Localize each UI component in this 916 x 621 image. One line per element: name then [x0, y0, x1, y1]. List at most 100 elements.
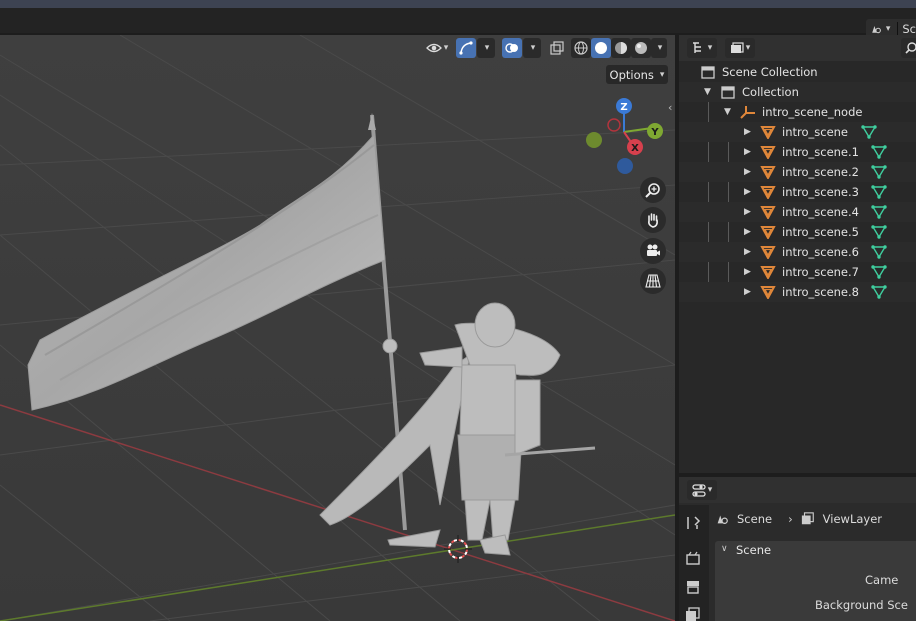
rendered-sphere-icon: [635, 42, 647, 54]
outliner-row-mesh-object[interactable]: ▶ intro_scene.2: [679, 162, 916, 182]
outliner-row-label: intro_scene.1: [782, 145, 859, 159]
properties-header: ▾: [679, 477, 916, 503]
options-dropdown[interactable]: Options ▾: [606, 65, 668, 84]
outliner-row-mesh-object[interactable]: ▶ intro_scene.5: [679, 222, 916, 242]
display-mode-dropdown[interactable]: ▾: [687, 38, 717, 58]
camera-view-button[interactable]: [640, 238, 666, 264]
material-shading-button[interactable]: [611, 38, 631, 58]
outliner-row-mesh-object[interactable]: ▶ intro_scene.3: [679, 182, 916, 202]
outliner-row-intro-scene-node[interactable]: ▼ intro_scene_node: [679, 102, 916, 122]
panel-title[interactable]: Scene: [736, 543, 771, 557]
shading-dropdown[interactable]: ▾: [651, 38, 667, 58]
outliner-row-mesh-object[interactable]: ▶ intro_scene: [679, 122, 916, 142]
mesh-object-icon: [760, 266, 776, 279]
chevron-down-icon: ▾: [484, 43, 490, 53]
outliner-row-collection[interactable]: ▼ Collection: [679, 82, 916, 102]
disclosure-right-icon[interactable]: ▶: [744, 127, 751, 137]
properties-main: Scene › ViewLayer ∨ Scene Came Backgroun…: [709, 505, 916, 621]
top-bar: ▾ Sc: [0, 8, 916, 39]
gizmo-y-label: Y: [650, 127, 659, 138]
outliner-row-mesh-object[interactable]: ▶ intro_scene.7: [679, 262, 916, 282]
outliner-row-scene-collection[interactable]: Scene Collection: [679, 62, 916, 82]
outliner-row-label: intro_scene_node: [762, 105, 863, 119]
chevron-right-icon: ›: [788, 512, 793, 526]
properties-tabs: [679, 505, 709, 621]
overlays-dropdown[interactable]: ▾: [523, 38, 541, 58]
outliner-row-mesh-object[interactable]: ▶ intro_scene.8: [679, 282, 916, 302]
solid-sphere-icon: [595, 42, 607, 54]
perspective-toggle-button[interactable]: [640, 268, 666, 294]
outliner-row-label: Collection: [742, 85, 799, 99]
disclosure-right-icon[interactable]: ▶: [744, 147, 751, 157]
disclosure-down-icon[interactable]: ∨: [721, 544, 728, 554]
viewport-header: ▾ ▾ ▾ ▾: [0, 35, 675, 61]
outliner-row-mesh-object[interactable]: ▶ intro_scene.1: [679, 142, 916, 162]
outliner-row-mesh-object[interactable]: ▶ intro_scene.4: [679, 202, 916, 222]
scene-icon: [717, 515, 728, 524]
disclosure-right-icon[interactable]: ▶: [744, 247, 751, 257]
xray-icon: [550, 41, 564, 55]
chevron-down-icon: ▾: [657, 43, 663, 53]
mesh-data-icon[interactable]: [871, 165, 887, 179]
gizmo-toggle[interactable]: [456, 38, 476, 58]
mesh-data-icon[interactable]: [871, 185, 887, 199]
mesh-data-icon[interactable]: [871, 285, 887, 299]
mesh-data-icon[interactable]: [871, 225, 887, 239]
visibility-dropdown[interactable]: ▾: [420, 38, 454, 58]
overlays-toggle[interactable]: [502, 38, 522, 58]
disclosure-right-icon[interactable]: ▶: [744, 227, 751, 237]
pan-button[interactable]: [640, 207, 666, 233]
mesh-data-icon[interactable]: [871, 205, 887, 219]
disclosure-right-icon[interactable]: ▶: [744, 287, 751, 297]
filter-dropdown[interactable]: ▾: [725, 38, 755, 58]
material-sphere-icon: [615, 42, 627, 54]
tab-render[interactable]: [685, 551, 701, 570]
options-label: Options: [609, 67, 654, 82]
mesh-data-icon[interactable]: [871, 265, 887, 279]
breadcrumb-viewlayer: ViewLayer: [822, 512, 883, 526]
solid-shading-button[interactable]: [591, 38, 611, 58]
tab-view-layer[interactable]: [685, 607, 701, 621]
mesh-data-icon[interactable]: [871, 145, 887, 159]
tab-output[interactable]: [685, 579, 701, 598]
mesh-object-icon: [760, 186, 776, 199]
editor-type-dropdown[interactable]: ▾: [687, 480, 717, 500]
outliner-row-label: intro_scene.4: [782, 205, 859, 219]
render-icon: [686, 551, 700, 565]
disclosure-down-icon[interactable]: ▼: [704, 87, 711, 97]
scene-panel: ∨ Scene Came Background Sce: [715, 541, 916, 621]
mesh-object-icon: [760, 146, 776, 159]
chevron-down-icon: ▾: [707, 43, 713, 53]
tab-tool[interactable]: [685, 515, 701, 534]
rendered-shading-button[interactable]: [631, 38, 651, 58]
mesh-data-icon[interactable]: [861, 125, 877, 139]
3d-viewport[interactable]: Z Y X ▾ ▾ ▾ ▾ Options ▾ ‹: [0, 35, 675, 621]
scene-icon: [872, 26, 881, 34]
sidebar-toggle-icon[interactable]: ‹: [668, 101, 672, 114]
empty-object-icon: [740, 106, 755, 119]
disclosure-right-icon[interactable]: ▶: [744, 207, 751, 217]
zoom-button[interactable]: [640, 177, 666, 203]
outliner-row-label: intro_scene: [782, 125, 849, 139]
disclosure-right-icon[interactable]: ▶: [744, 187, 751, 197]
output-icon: [687, 581, 699, 594]
gizmo-icon: [459, 41, 473, 55]
outliner-row-mesh-object[interactable]: ▶ intro_scene.6: [679, 242, 916, 262]
outliner-row-label: intro_scene.6: [782, 245, 859, 259]
search-button[interactable]: [901, 38, 916, 58]
wireframe-shading-button[interactable]: [571, 38, 591, 58]
grid-icon: [645, 274, 661, 288]
chevron-down-icon: ▾: [745, 43, 751, 53]
gizmo-x-label: X: [631, 143, 639, 154]
xray-toggle[interactable]: [547, 38, 567, 58]
outliner: ▾ ▾ Scene Collection ▼ Collection ▼ intr…: [679, 35, 916, 473]
disclosure-right-icon[interactable]: ▶: [744, 167, 751, 177]
chevron-down-icon: ▾: [443, 43, 449, 53]
gizmo-dropdown[interactable]: ▾: [477, 38, 495, 58]
wireframe-sphere-icon: [574, 41, 588, 55]
disclosure-right-icon[interactable]: ▶: [744, 267, 751, 277]
mesh-data-icon[interactable]: [871, 245, 887, 259]
outliner-row-label: Scene Collection: [722, 65, 818, 79]
disclosure-down-icon[interactable]: ▼: [724, 107, 731, 117]
tool-icon: [687, 516, 701, 529]
